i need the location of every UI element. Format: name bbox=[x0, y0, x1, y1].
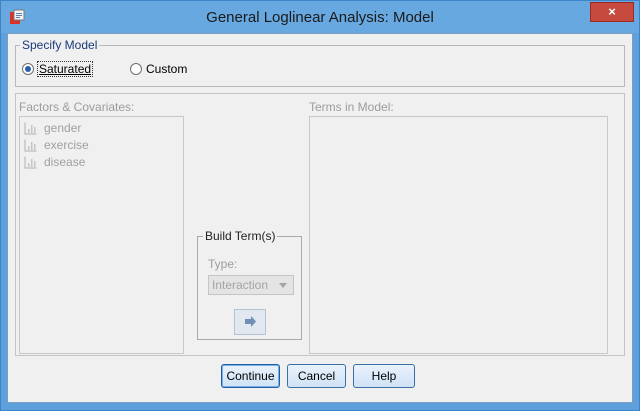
chevron-down-icon bbox=[279, 283, 287, 288]
specify-model-legend: Specify Model bbox=[20, 38, 100, 52]
saturated-label-text: Saturated bbox=[39, 62, 92, 76]
build-terms-legend: Build Term(s) bbox=[203, 229, 278, 243]
factors-list[interactable]: gender exercise disease bbox=[19, 116, 184, 354]
factors-label: Factors & Covariates: bbox=[19, 100, 135, 114]
window-title: General Loglinear Analysis: Model bbox=[206, 9, 434, 26]
variable-name: gender bbox=[44, 121, 82, 135]
variable-name: disease bbox=[44, 155, 86, 169]
variable-name: exercise bbox=[44, 138, 89, 152]
scale-variable-icon bbox=[24, 139, 37, 152]
build-terms-group: Build Term(s) Type: Interaction bbox=[197, 229, 302, 340]
custom-radio[interactable] bbox=[130, 63, 142, 75]
dialog-body: Specify Model Saturated Custom Factors &… bbox=[7, 33, 633, 403]
model-panel: Factors & Covariates: gender exercise di… bbox=[15, 93, 625, 356]
close-button[interactable]: × bbox=[590, 2, 634, 22]
type-dropdown[interactable]: Interaction bbox=[208, 275, 294, 295]
custom-label-text: Custom bbox=[146, 62, 188, 76]
terms-label: Terms in Model: bbox=[309, 100, 394, 114]
help-button[interactable]: Help bbox=[353, 364, 415, 388]
cancel-button[interactable]: Cancel bbox=[287, 364, 346, 388]
saturated-label[interactable]: Saturated bbox=[36, 61, 94, 77]
type-label: Type: bbox=[208, 257, 238, 271]
continue-button[interactable]: Continue bbox=[221, 364, 280, 388]
specify-model-group: Specify Model Saturated Custom bbox=[15, 38, 625, 87]
dialog-window: General Loglinear Analysis: Model × Spec… bbox=[0, 0, 640, 411]
scale-variable-icon bbox=[24, 122, 37, 135]
move-term-button[interactable] bbox=[234, 309, 266, 335]
title-bar[interactable]: General Loglinear Analysis: Model × bbox=[1, 1, 639, 33]
type-value: Interaction bbox=[212, 278, 269, 292]
scale-variable-icon bbox=[24, 156, 37, 169]
right-arrow-icon bbox=[245, 316, 256, 327]
terms-list[interactable] bbox=[309, 116, 608, 354]
custom-label[interactable]: Custom bbox=[146, 62, 187, 76]
saturated-radio[interactable] bbox=[22, 63, 34, 75]
